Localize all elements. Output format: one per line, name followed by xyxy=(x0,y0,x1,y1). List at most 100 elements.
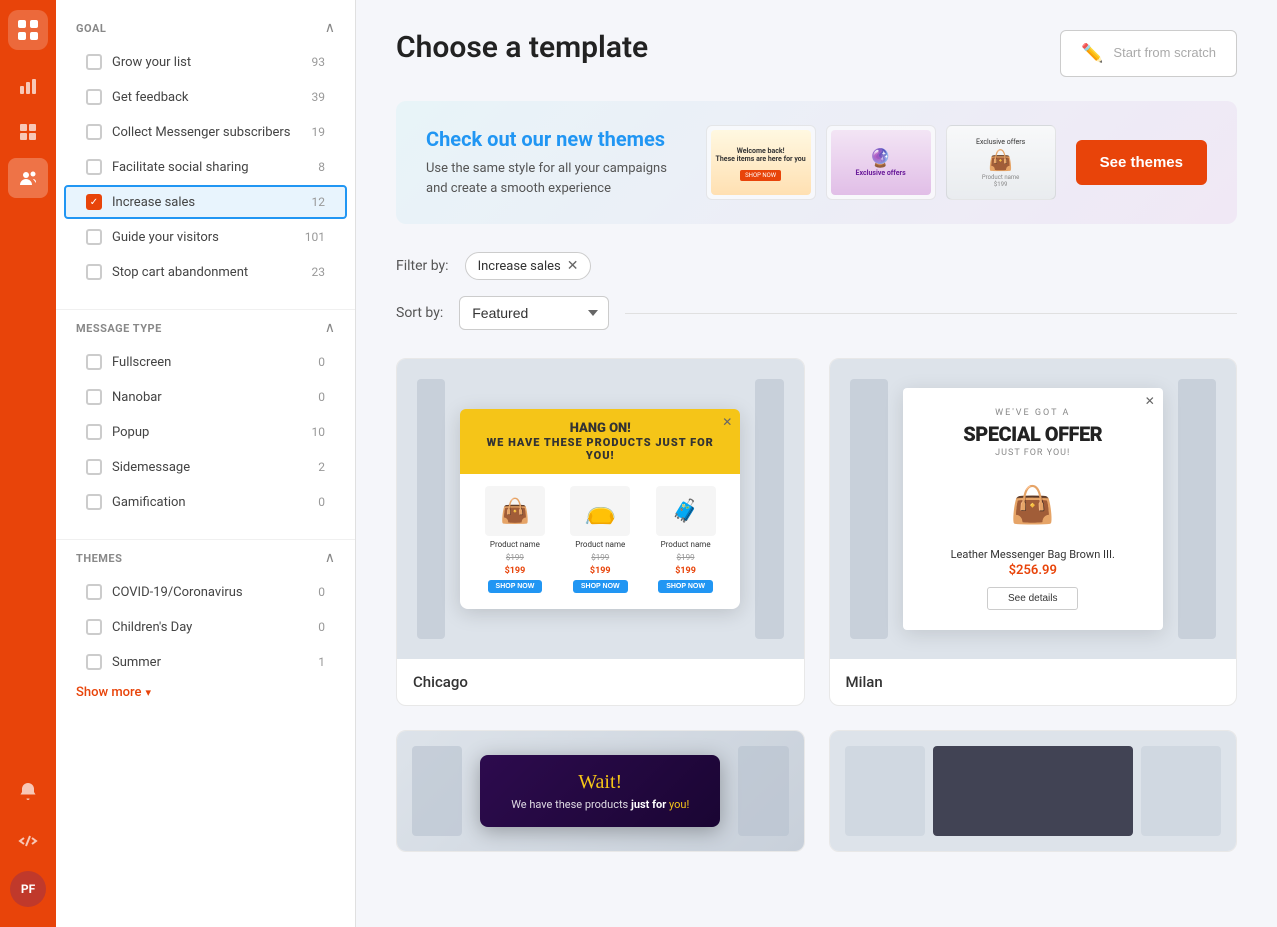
type-item-popup[interactable]: Popup 10 xyxy=(64,415,347,449)
message-type-collapse-icon[interactable]: ∧ xyxy=(325,320,335,336)
popup-label: Popup xyxy=(112,425,312,440)
goal-item-cart[interactable]: Stop cart abandonment 23 xyxy=(64,255,347,289)
goal-item-social[interactable]: Facilitate social sharing 8 xyxy=(64,150,347,184)
pencil-icon: ✏️ xyxy=(1081,43,1103,64)
promo-description: Use the same style for all your campaign… xyxy=(426,159,686,198)
chicago-product-1: 👜 Product name $199 $199 SHOP NOW xyxy=(476,486,553,593)
shop-now-btn-2[interactable]: SHOP NOW xyxy=(573,580,628,593)
product-orig-price-2: $199 xyxy=(591,553,609,562)
main-content: Choose a template ✏️ Start from scratch … xyxy=(356,0,1277,927)
chicago-products: 👜 Product name $199 $199 SHOP NOW 👝 Prod… xyxy=(476,486,724,593)
product-name-3: Product name xyxy=(661,540,711,549)
chicago-product-2: 👝 Product name $199 $199 SHOP NOW xyxy=(562,486,639,593)
milan-sub: JUST FOR YOU! xyxy=(923,448,1143,458)
themes-collapse-icon[interactable]: ∧ xyxy=(325,550,335,566)
milan-close-icon: ✕ xyxy=(1145,394,1155,408)
goal-item-feedback[interactable]: Get feedback 39 xyxy=(64,80,347,114)
product-sale-price-1: $199 xyxy=(505,566,526,576)
checkbox-summer[interactable] xyxy=(86,654,102,670)
checkbox-grow[interactable] xyxy=(86,54,102,70)
goal-item-messenger[interactable]: Collect Messenger subscribers 19 xyxy=(64,115,347,149)
theme-item-childrens[interactable]: Children's Day 0 xyxy=(64,610,347,644)
goal-collapse-icon[interactable]: ∧ xyxy=(325,20,335,36)
milan-title: SPECIAL OFFER xyxy=(923,422,1143,446)
checkbox-messenger[interactable] xyxy=(86,124,102,140)
checkbox-nanobar[interactable] xyxy=(86,389,102,405)
icon-bar: PF xyxy=(0,0,56,927)
type-item-nanobar[interactable]: Nanobar 0 xyxy=(64,380,347,414)
goal-item-grow[interactable]: Grow your list 93 xyxy=(64,45,347,79)
template-card-chicago-dark[interactable]: Wait! We have these products just for yo… xyxy=(396,730,805,852)
goal-item-guide[interactable]: Guide your visitors 101 xyxy=(64,220,347,254)
filter-tag-sales[interactable]: Increase sales ✕ xyxy=(465,252,592,280)
product-orig-price-1: $199 xyxy=(506,553,524,562)
sidemessage-count: 2 xyxy=(318,460,325,474)
theme-item-covid[interactable]: COVID-19/Coronavirus 0 xyxy=(64,575,347,609)
chicago-product-3: 🧳 Product name $199 $199 SHOP NOW xyxy=(647,486,724,593)
user-avatar[interactable]: PF xyxy=(10,871,46,907)
checkbox-guide[interactable] xyxy=(86,229,102,245)
childrens-count: 0 xyxy=(318,620,325,634)
shop-now-btn-3[interactable]: SHOP NOW xyxy=(658,580,713,593)
product-img-1: 👜 xyxy=(485,486,545,536)
milan-see-details-btn[interactable]: See details xyxy=(987,587,1078,610)
app-logo[interactable] xyxy=(8,10,48,50)
checkbox-popup[interactable] xyxy=(86,424,102,440)
popup-count: 10 xyxy=(312,425,326,439)
nav-icon-chart[interactable] xyxy=(8,66,48,106)
milan-product-name: Leather Messenger Bag Brown III. xyxy=(923,548,1143,561)
goal-header: GOAL ∧ xyxy=(56,20,355,44)
chicago-popup: ✕ HANG ON! WE HAVE THESE PRODUCTS JUST F… xyxy=(460,409,740,609)
promo-image-1: Welcome back!These items are here for yo… xyxy=(706,125,816,200)
see-themes-button[interactable]: See themes xyxy=(1076,140,1207,185)
chicago-header-sub: WE HAVE THESE PRODUCTS JUST FOR YOU! xyxy=(472,436,728,462)
template-card-milan-2[interactable] xyxy=(829,730,1238,852)
sales-label: Increase sales xyxy=(112,195,312,210)
type-item-sidemessage[interactable]: Sidemessage 2 xyxy=(64,450,347,484)
type-item-gamification[interactable]: Gamification 0 xyxy=(64,485,347,519)
promo-image-inner-1: Welcome back!These items are here for yo… xyxy=(711,130,811,195)
divider-1 xyxy=(56,309,355,310)
checkbox-covid[interactable] xyxy=(86,584,102,600)
show-more-button[interactable]: Show more ▾ xyxy=(56,680,355,705)
page-header: Choose a template ✏️ Start from scratch xyxy=(396,30,1237,77)
sort-select[interactable]: Featured Newest Most Popular xyxy=(459,296,609,330)
page-title: Choose a template xyxy=(396,30,648,65)
scratch-text: Start from scratch xyxy=(1113,45,1216,62)
summer-label: Summer xyxy=(112,655,318,670)
nav-icon-bell[interactable] xyxy=(8,771,48,811)
themes-section: THEMES ∧ COVID-19/Coronavirus 0 Children… xyxy=(56,550,355,705)
nav-icon-grid[interactable] xyxy=(8,112,48,152)
type-item-fullscreen[interactable]: Fullscreen 0 xyxy=(64,345,347,379)
nav-icon-users[interactable] xyxy=(8,158,48,198)
goal-title: GOAL xyxy=(76,22,106,35)
goal-item-sales[interactable]: ✓ Increase sales 12 xyxy=(64,185,347,219)
filter-tag-text: Increase sales xyxy=(478,259,561,274)
template-preview-chicago: ✕ HANG ON! WE HAVE THESE PRODUCTS JUST F… xyxy=(397,359,804,659)
milan-popup: ✕ WE'VE GOT A SPECIAL OFFER JUST FOR YOU… xyxy=(903,388,1163,630)
shop-now-btn-1[interactable]: SHOP NOW xyxy=(488,580,543,593)
checkbox-gamification[interactable] xyxy=(86,494,102,510)
checkbox-sidemessage[interactable] xyxy=(86,459,102,475)
checkbox-sales[interactable]: ✓ xyxy=(86,194,102,210)
checkbox-feedback[interactable] xyxy=(86,89,102,105)
nanobar-label: Nanobar xyxy=(112,390,318,405)
social-label: Facilitate social sharing xyxy=(112,160,318,175)
checkbox-cart[interactable] xyxy=(86,264,102,280)
theme-item-summer[interactable]: Summer 1 xyxy=(64,645,347,679)
template-card-chicago[interactable]: ✕ HANG ON! WE HAVE THESE PRODUCTS JUST F… xyxy=(396,358,805,706)
summer-count: 1 xyxy=(318,655,325,669)
messenger-count: 19 xyxy=(312,125,326,139)
fullscreen-count: 0 xyxy=(318,355,325,369)
checkbox-fullscreen[interactable] xyxy=(86,354,102,370)
filter-remove-icon[interactable]: ✕ xyxy=(567,258,579,274)
template-card-milan[interactable]: ✕ WE'VE GOT A SPECIAL OFFER JUST FOR YOU… xyxy=(829,358,1238,706)
checkbox-social[interactable] xyxy=(86,159,102,175)
nav-icon-code[interactable] xyxy=(8,821,48,861)
template-name-milan: Milan xyxy=(830,659,1237,705)
checkbox-childrens[interactable] xyxy=(86,619,102,635)
feedback-count: 39 xyxy=(312,90,326,104)
guide-count: 101 xyxy=(305,230,325,244)
start-from-scratch-button[interactable]: ✏️ Start from scratch xyxy=(1060,30,1237,77)
fullscreen-label: Fullscreen xyxy=(112,355,318,370)
